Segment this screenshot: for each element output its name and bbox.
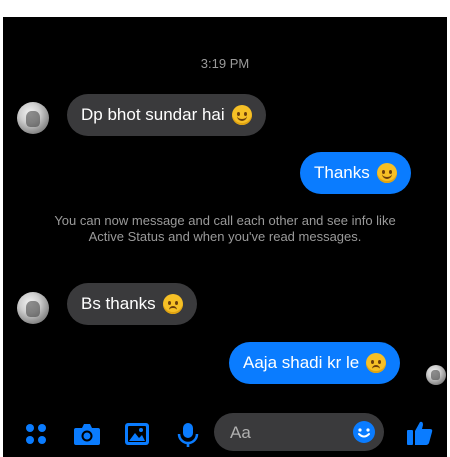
contact-avatar[interactable] — [17, 292, 49, 324]
gallery-icon[interactable] — [124, 422, 150, 451]
contact-avatar[interactable] — [17, 102, 49, 134]
message-composer[interactable] — [214, 413, 384, 451]
smiling-face-emoji — [231, 105, 252, 125]
seen-receipt-avatar — [426, 365, 446, 385]
chat-screen: 3:19 PM Dp bhot sundar hai Thanks You ca… — [3, 17, 447, 457]
menu-dots-icon[interactable] — [24, 422, 48, 451]
worried-face-emoji — [366, 353, 387, 373]
thumbs-up-icon[interactable] — [406, 419, 434, 452]
camera-icon[interactable] — [73, 422, 101, 451]
message-text: Bs thanks — [81, 294, 156, 313]
outgoing-message[interactable]: Thanks — [300, 152, 411, 194]
smiling-face-emoji — [376, 163, 397, 183]
message-text: Dp bhot sundar hai — [81, 105, 225, 124]
microphone-icon[interactable] — [177, 422, 199, 453]
message-timestamp: 3:19 PM — [200, 56, 250, 71]
emoji-icon[interactable] — [352, 420, 376, 449]
incoming-message[interactable]: Dp bhot sundar hai — [67, 94, 266, 136]
worried-face-emoji — [162, 294, 183, 314]
message-text: Aaja shadi kr le — [243, 353, 360, 372]
outgoing-message[interactable]: Aaja shadi kr le — [229, 342, 401, 384]
incoming-message[interactable]: Bs thanks — [67, 283, 197, 325]
message-text: Thanks — [314, 163, 370, 182]
conversation-notice: You can now message and call each other … — [54, 213, 396, 244]
message-input[interactable] — [228, 422, 352, 444]
